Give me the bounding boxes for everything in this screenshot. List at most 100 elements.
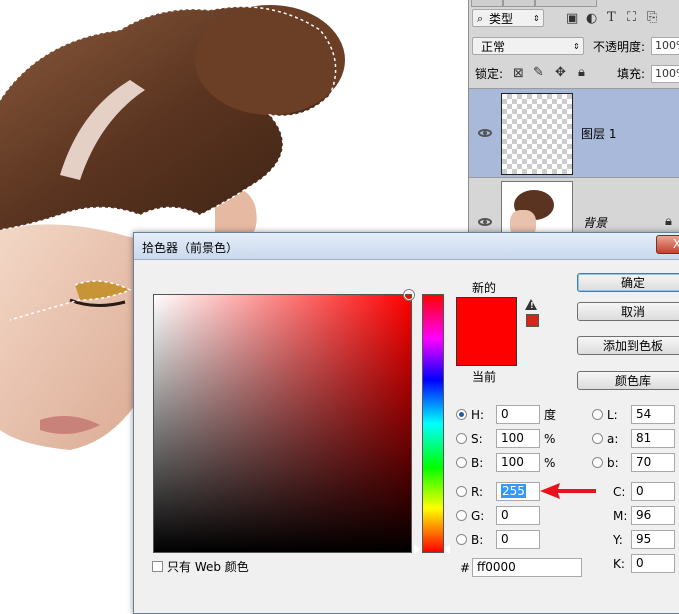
eye-icon[interactable]	[478, 218, 492, 226]
yellow-input[interactable]: 95	[631, 530, 675, 549]
filter-adjustment-icon[interactable]: ◐	[586, 12, 597, 26]
hue-label: H:	[471, 408, 485, 422]
panel-tab-layers[interactable]	[471, 0, 503, 7]
layer-name[interactable]: 图层 1	[581, 127, 616, 141]
hue-unit: 度	[544, 408, 557, 422]
hue-slider-left-handle[interactable]	[414, 544, 420, 554]
color-picker-dialog: 拾色器（前景色） X 新的 当前 ! 确定 取消 添加到色板 颜色库 H: 0 …	[133, 232, 679, 614]
magenta-input[interactable]: 96	[631, 506, 675, 525]
filter-pixel-icon[interactable]: ▣	[566, 12, 578, 26]
web-colors-only-checkbox[interactable]	[152, 561, 163, 572]
filter-type-icon[interactable]: T	[607, 11, 616, 25]
hue-input[interactable]: 0	[496, 405, 540, 424]
web-colors-only-label[interactable]: 只有 Web 颜色	[167, 560, 249, 574]
green-value: 0	[501, 508, 509, 522]
dialog-title: 拾色器（前景色）	[142, 241, 239, 255]
color-field-marker[interactable]	[404, 290, 414, 300]
eye-icon[interactable]	[478, 129, 492, 137]
add-to-swatches-label: 添加到色板	[602, 339, 663, 353]
cyan-input[interactable]: 0	[631, 482, 675, 501]
gamut-nearest-color-swatch[interactable]	[526, 314, 539, 327]
lab-l-label: L:	[607, 408, 618, 422]
layer-kind-filter[interactable]: ⌕ 类型 ⇕	[472, 9, 544, 27]
red-value: 255	[501, 484, 526, 498]
radio-lab-a[interactable]	[592, 433, 603, 444]
filter-shape-icon[interactable]: ⛶	[627, 11, 636, 25]
blue-input[interactable]: 0	[496, 530, 540, 549]
black-input[interactable]: 0	[631, 554, 675, 573]
add-to-swatches-button[interactable]: 添加到色板	[577, 336, 679, 355]
layer-row-layer1[interactable]: 图层 1	[469, 88, 679, 177]
chevron-updown-icon: ⇕	[533, 14, 540, 23]
panel-tab-channels[interactable]	[503, 0, 535, 7]
ok-button[interactable]: 确定	[577, 273, 679, 292]
blue-value: 0	[501, 532, 509, 546]
radio-green[interactable]	[456, 510, 467, 521]
lab-b-input[interactable]: 70	[631, 453, 675, 472]
current-color-label: 当前	[472, 370, 497, 384]
hex-input[interactable]: ff0000	[472, 558, 582, 577]
radio-lab-b[interactable]	[592, 457, 603, 468]
green-input[interactable]: 0	[496, 506, 540, 525]
new-color-swatch	[457, 298, 516, 331]
filter-smart-object-icon[interactable]: ⎘	[647, 11, 657, 25]
lab-a-label: a:	[607, 432, 619, 446]
magenta-value: 96	[636, 508, 652, 522]
color-field[interactable]	[153, 294, 412, 553]
fill-input[interactable]: 100%	[651, 65, 679, 83]
close-icon: X	[672, 237, 679, 251]
lab-b-label: b:	[607, 456, 619, 470]
cancel-label: 取消	[620, 305, 645, 319]
layer-row-background[interactable]: 背景 🔒︎	[469, 177, 679, 239]
lock-position-move-icon[interactable]: ✥	[555, 66, 566, 80]
cyan-label: C:	[613, 485, 626, 499]
radio-hue[interactable]	[456, 409, 467, 420]
layers-panel: ⌕ 类型 ⇕ ▣ ◐ T ⛶ ⎘ 正常 ⇕ 不透明度: 100% 锁定: ⊠ ✎…	[468, 0, 679, 239]
red-input[interactable]: 255	[496, 482, 540, 501]
radio-brightness[interactable]	[456, 457, 467, 468]
red-label: R:	[471, 485, 484, 499]
current-color-swatch[interactable]	[457, 331, 516, 365]
blend-mode-label: 正常	[481, 40, 506, 54]
radio-saturation[interactable]	[456, 433, 467, 444]
lock-all-icon[interactable]: 🔒︎	[578, 66, 585, 80]
hex-value: ff0000	[477, 560, 516, 574]
annotation-arrow	[540, 483, 596, 499]
lab-a-input[interactable]: 81	[631, 429, 675, 448]
brightness-value: 100	[501, 455, 524, 469]
lock-transparent-icon[interactable]: ⊠	[513, 67, 524, 81]
lock-icon: 🔒︎	[665, 214, 672, 229]
radio-blue[interactable]	[456, 534, 467, 545]
dialog-titlebar[interactable]: 拾色器（前景色） X	[134, 233, 679, 260]
cancel-button[interactable]: 取消	[577, 302, 679, 321]
saturation-label: S:	[471, 432, 483, 446]
ok-label: 确定	[620, 276, 645, 290]
black-value: 0	[636, 556, 644, 570]
saturation-input[interactable]: 100	[496, 429, 540, 448]
color-preview	[456, 297, 517, 366]
yellow-label: Y:	[613, 533, 623, 547]
close-button[interactable]: X	[656, 235, 679, 254]
color-libraries-button[interactable]: 颜色库	[577, 371, 679, 390]
saturation-unit: %	[544, 432, 556, 446]
radio-red[interactable]	[456, 486, 467, 497]
lock-image-brush-icon[interactable]: ✎	[533, 66, 544, 80]
fill-label: 填充:	[617, 67, 646, 81]
search-icon: ⌕	[477, 12, 484, 25]
brightness-input[interactable]: 100	[496, 453, 540, 472]
hue-slider[interactable]	[422, 294, 444, 553]
hue-slider-right-handle[interactable]	[444, 544, 450, 554]
hex-label: #	[460, 561, 471, 575]
layer-thumbnail	[501, 181, 573, 239]
gamut-warning-mark: !	[530, 301, 534, 310]
opacity-input[interactable]: 100%	[651, 37, 679, 55]
blend-mode-select[interactable]: 正常 ⇕	[472, 37, 584, 55]
lab-l-input[interactable]: 54	[631, 405, 675, 424]
panel-tab-paths[interactable]	[535, 0, 597, 7]
hue-value: 0	[501, 407, 509, 421]
cyan-value: 0	[636, 484, 644, 498]
brightness-label: B:	[471, 456, 484, 470]
layer-name[interactable]: 背景	[583, 216, 607, 230]
chevron-updown-icon: ⇕	[573, 42, 580, 51]
radio-lab-l[interactable]	[592, 409, 603, 420]
